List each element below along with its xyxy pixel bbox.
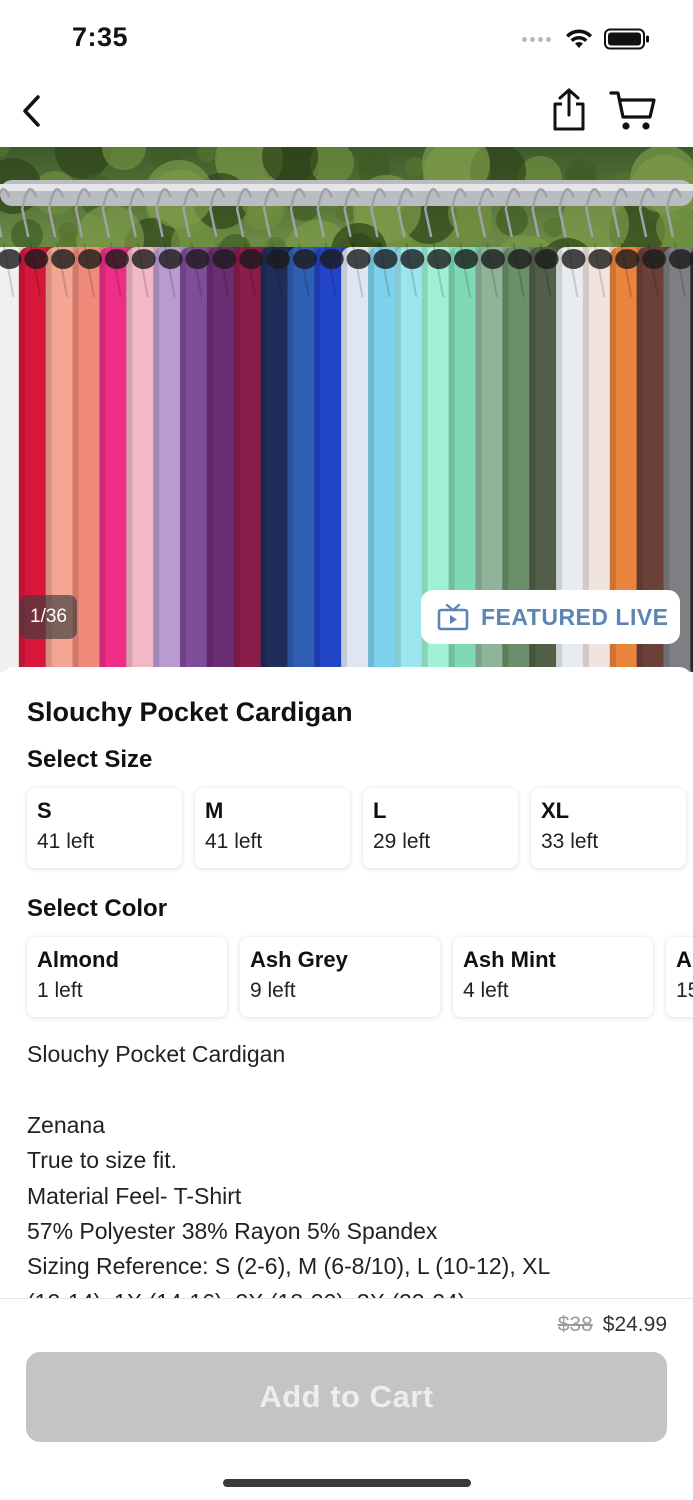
product-image[interactable]: 1/36 FEATURED LIVE	[0, 147, 693, 672]
sale-price: $24.99	[602, 1313, 667, 1336]
featured-live-badge[interactable]: FEATURED LIVE	[421, 590, 680, 644]
description-line	[27, 1072, 677, 1107]
color-options: Almond 1 left Ash Grey 9 left Ash Mint 4…	[27, 937, 693, 1017]
size-name: L	[373, 798, 387, 823]
description-line: Slouchy Pocket Cardigan	[27, 1041, 286, 1067]
wifi-icon	[566, 29, 592, 48]
product-details: Slouchy Pocket Cardigan Select Size S 41…	[0, 667, 693, 1307]
cart-icon[interactable]	[608, 87, 658, 133]
size-stock: 41 left	[205, 830, 263, 853]
signal-icon	[522, 37, 551, 42]
purchase-bar: $38 $24.99 Add to Cart	[0, 1298, 693, 1500]
featured-live-label: FEATURED LIVE	[481, 603, 669, 630]
color-name: Ash Grey	[250, 947, 348, 972]
description-line: True to size fit.	[27, 1147, 177, 1174]
color-stock: 9 left	[250, 979, 296, 1002]
size-option-m[interactable]: M 41 left	[195, 788, 350, 868]
color-stock: 4 left	[463, 979, 509, 1002]
tv-icon	[437, 603, 469, 631]
product-description: Slouchy Pocket Cardigan Zenana True to s…	[27, 1037, 677, 1307]
description-line: Zenana	[27, 1111, 106, 1138]
size-name: M	[205, 798, 224, 823]
size-stock: 33 left	[541, 830, 599, 853]
image-counter: 1/36	[20, 595, 77, 639]
color-option-ash-grey[interactable]: Ash Grey 9 left	[240, 937, 440, 1017]
battery-icon	[604, 28, 649, 50]
color-option-ash-mint[interactable]: Ash Mint 4 left	[453, 937, 653, 1017]
size-stock: 29 left	[373, 830, 431, 853]
nav-bar	[0, 75, 693, 147]
description-line: Material Feel- T-Shirt	[27, 1182, 242, 1209]
size-options: S 41 left M 41 left L 29 left XL 33 left	[27, 788, 686, 868]
home-indicator	[223, 1479, 471, 1487]
chevron-left-icon[interactable]	[16, 91, 56, 131]
select-size-label: Select Size	[27, 746, 153, 773]
color-option-almond[interactable]: Almond 1 left	[27, 937, 227, 1017]
color-option-partial[interactable]: A 15	[666, 937, 693, 1017]
status-time: 7:35	[72, 22, 129, 52]
color-name: A	[676, 947, 692, 972]
select-color-label: Select Color	[27, 895, 168, 922]
color-stock: 1 left	[37, 979, 83, 1002]
size-name: XL	[541, 798, 570, 823]
description-line: 57% Polyester 38% Rayon 5% Spandex	[27, 1218, 438, 1245]
color-name: Ash Mint	[463, 947, 556, 972]
size-name: S	[37, 798, 52, 823]
description-line: Sizing Reference: S (2-6), M (6-8/10), L…	[27, 1253, 551, 1280]
original-price: $38	[557, 1313, 593, 1336]
price-block: $38 $24.99	[558, 1313, 667, 1337]
size-stock: 41 left	[37, 830, 95, 853]
color-stock: 15	[676, 979, 693, 1002]
size-option-xl[interactable]: XL 33 left	[531, 788, 686, 868]
status-bar: 7:35	[0, 0, 693, 75]
size-option-l[interactable]: L 29 left	[363, 788, 518, 868]
color-name: Almond	[37, 947, 119, 972]
size-option-s[interactable]: S 41 left	[27, 788, 182, 868]
share-icon[interactable]	[548, 87, 590, 133]
product-title: Slouchy Pocket Cardigan	[27, 697, 353, 727]
add-to-cart-button[interactable]: Add to Cart	[26, 1352, 667, 1442]
